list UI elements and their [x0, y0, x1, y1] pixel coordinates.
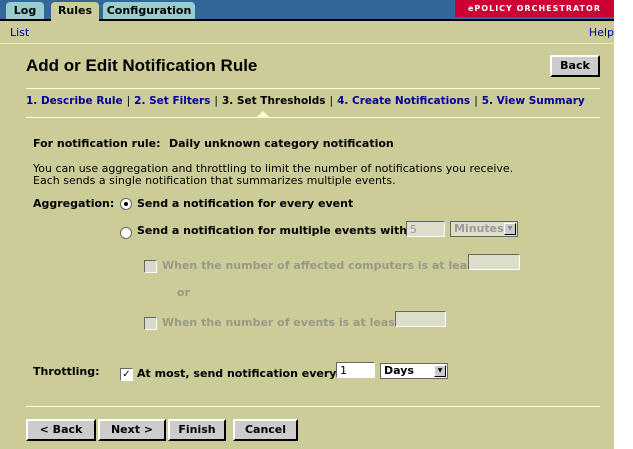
every-event-label: Send a notification for every event [137, 197, 354, 210]
or-label: or [177, 286, 190, 299]
tab-bar: Log Rules Configuration ePOLICY ORCHESTR… [0, 0, 614, 21]
back-button[interactable]: < Back [26, 419, 96, 441]
app: Log Rules Configuration ePOLICY ORCHESTR… [0, 0, 614, 449]
affected-computers-label: When the number of affected computers is… [162, 259, 484, 272]
next-button[interactable]: Next > [98, 419, 166, 441]
affected-computers-checkbox[interactable] [144, 260, 157, 273]
page-title: Add or Edit Notification Rule [26, 56, 258, 75]
throttling-unit-select[interactable]: Days ▼ [380, 363, 448, 379]
step-view-summary[interactable]: 5. View Summary [482, 95, 585, 107]
current-step-pointer-icon [257, 111, 269, 117]
description-line-2: Each sends a single notification that su… [33, 174, 396, 187]
events-count-label: When the number of events is at least: [162, 316, 405, 329]
events-count-input[interactable] [395, 311, 446, 327]
brand-logo: ePOLICY ORCHESTRATOR [455, 0, 614, 17]
divider [26, 406, 600, 407]
rule-label: For notification rule: [33, 137, 161, 150]
aggregation-label: Aggregation: [33, 197, 115, 210]
step-set-filters[interactable]: 2. Set Filters [134, 95, 210, 107]
help-link[interactable]: Help [589, 26, 614, 39]
multiple-events-radio[interactable] [120, 227, 132, 239]
within-unit-select[interactable]: Minutes ▼ [450, 221, 518, 237]
throttling-checkbox[interactable]: ✓ [120, 368, 133, 381]
rule-name: Daily unknown category notification [169, 137, 394, 150]
chevron-down-icon: ▼ [504, 223, 516, 235]
finish-button[interactable]: Finish [168, 419, 226, 441]
throttling-value-input[interactable]: 1 [336, 362, 375, 378]
link-bar: List Help [0, 22, 614, 44]
divider [26, 117, 600, 118]
multiple-events-label: Send a notification for multiple events … [137, 224, 424, 237]
within-value-input[interactable]: 5 [406, 221, 445, 237]
every-event-radio[interactable] [120, 198, 132, 210]
list-link[interactable]: List [10, 26, 29, 39]
affected-computers-input[interactable] [468, 254, 520, 270]
tab-configuration[interactable]: Configuration [103, 2, 195, 19]
tab-log[interactable]: Log [6, 2, 44, 19]
throttling-check-label: At most, send notification every: [137, 367, 341, 380]
back-button-top[interactable]: Back [550, 55, 600, 77]
cancel-button[interactable]: Cancel [233, 419, 298, 441]
throttling-unit-value: Days [384, 364, 414, 377]
step-create-notifications[interactable]: 4. Create Notifications [337, 95, 470, 107]
chevron-down-icon: ▼ [434, 365, 446, 377]
step-describe-rule[interactable]: 1. Describe Rule [26, 95, 123, 107]
events-count-checkbox[interactable] [144, 317, 157, 330]
within-unit-value: Minutes [454, 222, 504, 235]
divider [26, 88, 600, 89]
step-set-thresholds: 3. Set Thresholds [221, 95, 326, 107]
wizard-steps: 1. Describe Rule | 2. Set Filters | 3. Set T… [26, 95, 585, 107]
throttling-label: Throttling: [33, 365, 100, 378]
tab-rules[interactable]: Rules [51, 2, 99, 21]
